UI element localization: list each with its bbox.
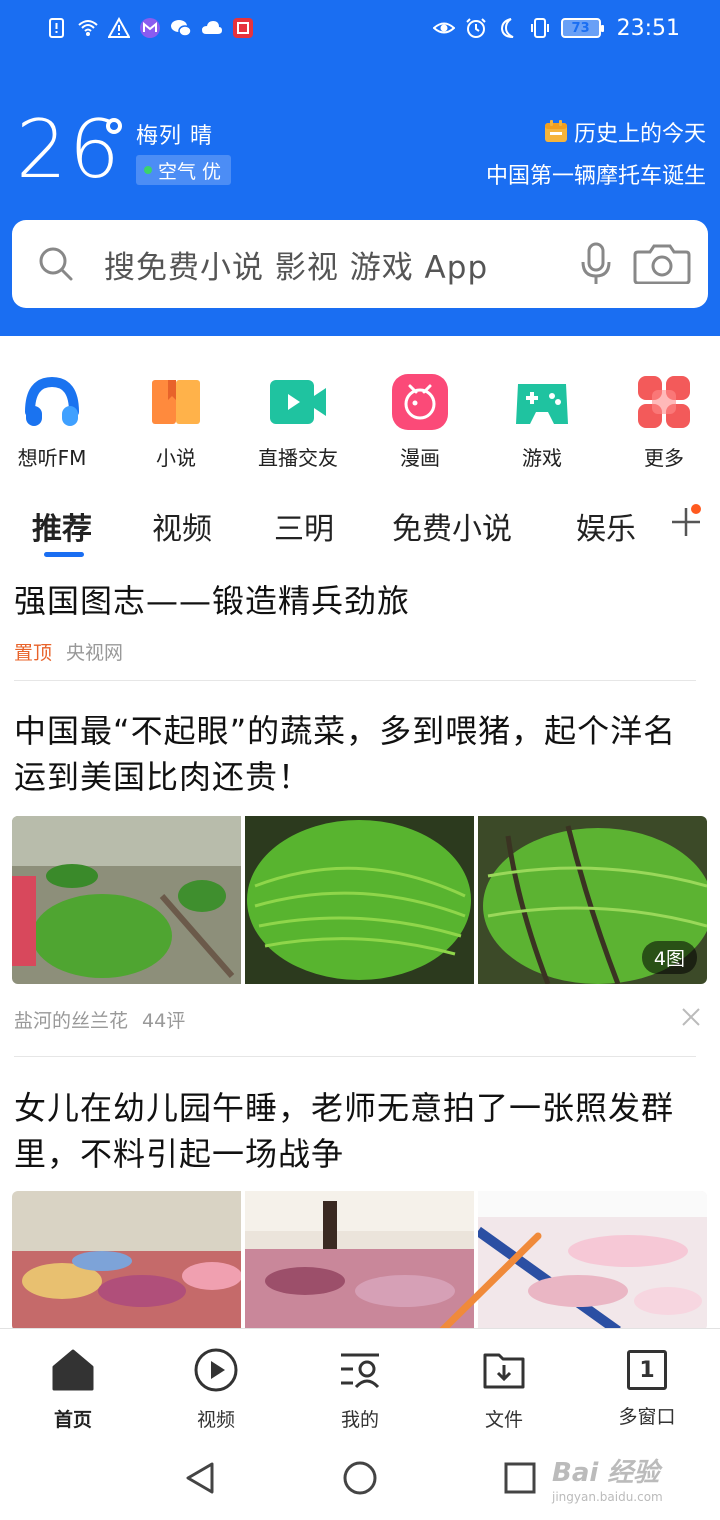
- back-icon[interactable]: [182, 1460, 218, 1496]
- shortcut-live[interactable]: 直播交友: [238, 362, 358, 471]
- moon-icon: [497, 17, 519, 39]
- article-thumbnail[interactable]: 4图: [478, 816, 707, 984]
- status-time: 23:51: [616, 15, 680, 41]
- nav-mine[interactable]: 我的: [305, 1347, 415, 1432]
- nav-video[interactable]: 视频: [161, 1347, 271, 1432]
- shortcut-comic[interactable]: 漫画: [360, 362, 480, 471]
- play-circle-icon: [194, 1348, 238, 1392]
- history-subtitle[interactable]: 中国第一辆摩托车诞生: [486, 158, 706, 190]
- article-title[interactable]: 中国最“不起眼”的蔬菜，多到喂猪，起个洋名运到美国比肉还贵！: [14, 708, 704, 800]
- shortcut-label: 游戏: [522, 446, 562, 470]
- article-title[interactable]: 强国图志——锻造精兵劲旅: [14, 578, 704, 624]
- nav-label: 首页: [53, 1409, 92, 1431]
- article-thumbnail[interactable]: [12, 1191, 241, 1331]
- home-circle-icon[interactable]: [342, 1460, 378, 1496]
- shortcut-game[interactable]: 游戏: [482, 362, 602, 471]
- eye-icon: [432, 17, 455, 39]
- article-thumbnail[interactable]: [12, 816, 241, 984]
- nav-label: 视频: [196, 1409, 235, 1431]
- divider: [14, 680, 696, 681]
- pinned-badge: 置顶: [14, 642, 53, 664]
- camera-icon[interactable]: [632, 244, 692, 284]
- weather-condition[interactable]: 梅列 晴: [136, 118, 213, 150]
- cloud-icon: [201, 17, 223, 39]
- nav-files[interactable]: 文件: [449, 1347, 559, 1432]
- watermark-subtext: jingyan.baidu.com: [552, 1490, 663, 1504]
- shortcut-label: 漫画: [400, 446, 440, 470]
- microphone-icon[interactable]: [578, 242, 614, 286]
- dismiss-icon[interactable]: [680, 1006, 702, 1028]
- article-thumbnail[interactable]: [478, 1191, 707, 1331]
- search-input[interactable]: 搜免费小说 影视 游戏 App: [104, 242, 488, 287]
- tab-recommend[interactable]: 推荐: [32, 504, 92, 548]
- shortcut-grid: 想听FM 小说 直播交友 漫画 游戏 更多: [0, 362, 720, 472]
- wechat-icon: [170, 17, 192, 39]
- nav-home[interactable]: 首页: [18, 1347, 128, 1432]
- comment-count: 44评: [142, 1010, 186, 1032]
- nav-label: 我的: [340, 1409, 379, 1431]
- vibrate-icon: [529, 17, 551, 39]
- profile-list-icon: [341, 1353, 380, 1389]
- tab-free-novel[interactable]: 免费小说: [392, 504, 512, 548]
- warning-icon: [108, 17, 130, 39]
- history-title: 历史上的今天: [573, 122, 706, 147]
- window-count-icon: 1: [627, 1350, 667, 1390]
- watermark-text: Bai 经验: [552, 1458, 660, 1488]
- shortcut-label: 直播交友: [258, 446, 338, 470]
- shortcut-fm[interactable]: 想听FM: [0, 362, 112, 471]
- grid-more-icon: [638, 376, 690, 428]
- wifi-icon: [77, 17, 99, 39]
- tab-entertainment[interactable]: 娱乐: [576, 504, 636, 548]
- header: 73 23:51 26 梅列 晴 空气 优 历史上的今天 中国第一辆摩托车诞生 …: [0, 0, 720, 336]
- article-meta: 置顶 央视网: [14, 638, 123, 665]
- nav-label: 多窗口: [618, 1406, 676, 1428]
- temperature[interactable]: 26: [16, 108, 122, 192]
- sim-alert-icon: [46, 17, 68, 39]
- nav-multiwindow[interactable]: 1 多窗口: [592, 1347, 702, 1429]
- article-images[interactable]: 4图: [12, 816, 708, 984]
- battery-icon: 73: [560, 18, 604, 38]
- notification-dot: [691, 504, 701, 514]
- degree-icon: [106, 118, 122, 134]
- comic-icon: [392, 374, 448, 430]
- shortcut-label: 更多: [644, 446, 684, 470]
- search-bar[interactable]: 搜免费小说 影视 游戏 App: [12, 220, 708, 308]
- home-icon: [52, 1349, 94, 1391]
- tab-active-indicator: [44, 552, 84, 557]
- image-count-badge: 4图: [641, 941, 697, 974]
- headphones-icon: [25, 376, 79, 426]
- recents-icon[interactable]: [502, 1460, 538, 1496]
- article-thumbnail[interactable]: [245, 1191, 474, 1331]
- air-quality-badge[interactable]: 空气 优: [136, 155, 232, 185]
- article-meta: 盐河的丝兰花 44评: [14, 1006, 185, 1033]
- app-red-icon: [232, 17, 254, 39]
- article-thumbnail[interactable]: [245, 816, 474, 984]
- nav-label: 文件: [484, 1409, 523, 1431]
- app-m-icon: [139, 17, 161, 39]
- tab-video[interactable]: 视频: [152, 504, 212, 548]
- alarm-icon: [465, 17, 487, 39]
- history-today-link[interactable]: 历史上的今天: [544, 116, 706, 148]
- shortcut-label: 想听FM: [17, 446, 87, 470]
- bottom-navigation: 首页 视频 我的 文件 1 多窗口: [0, 1328, 720, 1436]
- divider: [14, 1056, 696, 1057]
- search-icon: [39, 247, 73, 281]
- tab-sanming[interactable]: 三明: [274, 504, 334, 548]
- download-folder-icon: [483, 1353, 525, 1389]
- status-bar: 73 23:51: [0, 0, 720, 56]
- article-title[interactable]: 女儿在幼儿园午睡，老师无意拍了一张照发群里，不料引起一场战争: [14, 1085, 704, 1177]
- article-source: 央视网: [66, 642, 124, 664]
- air-quality-dot-icon: [144, 166, 152, 174]
- gamepad-icon: [516, 384, 568, 424]
- shortcut-label: 小说: [156, 446, 196, 470]
- air-quality-label: 空气 优: [158, 160, 222, 183]
- article-source: 盐河的丝兰花: [14, 1010, 129, 1032]
- shortcut-more[interactable]: 更多: [604, 362, 720, 471]
- article-images[interactable]: [12, 1191, 708, 1331]
- book-icon: [152, 380, 200, 424]
- live-video-icon: [270, 380, 326, 424]
- category-tabs: 推荐 视频 三明 免费小说 娱乐: [0, 500, 720, 560]
- shortcut-novel[interactable]: 小说: [116, 362, 236, 471]
- calendar-icon: [544, 120, 568, 144]
